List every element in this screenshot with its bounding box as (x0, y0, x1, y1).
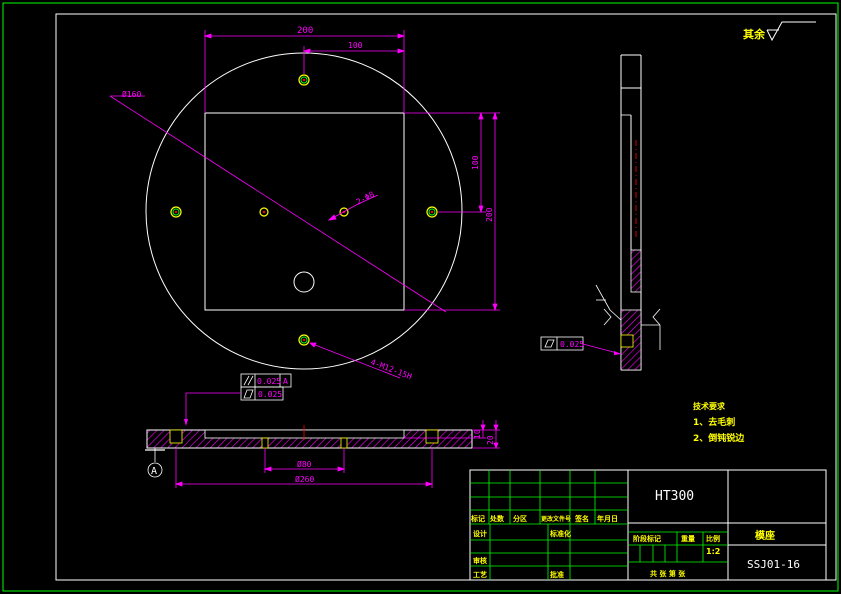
thread-hole-top (298, 74, 310, 86)
roughness-label: 其余 (743, 27, 766, 41)
dim-width-200-label: 200 (297, 26, 313, 36)
dim-height-200-label: 200 (485, 207, 494, 222)
pocket-cut (204, 429, 405, 439)
flatness-icon (544, 339, 555, 348)
thread-left-cut (169, 429, 183, 444)
holes-2-phi8-label: 2-Φ8 (355, 190, 376, 207)
roughness-symbol: 其余 (743, 21, 816, 42)
pin-right-cut (340, 437, 348, 449)
dim-thickness-10-label: 10 (473, 429, 482, 439)
parallelism-datum: A (283, 377, 288, 386)
top-view: 200 100 Ø160 100 200 2-Φ8 4-M12-15H (109, 26, 500, 381)
thread-hole-left (170, 206, 182, 218)
dim-thickness-20-label: 20 (486, 435, 495, 445)
dim-half-100-label: 100 (348, 41, 363, 50)
header-cell-4: 更改文件号 (541, 515, 571, 523)
dim-dia-160 (109, 95, 447, 313)
header-cell-3: 分区 (513, 514, 527, 523)
datum-label: A (151, 466, 157, 477)
label-weight: 重量 (681, 534, 695, 543)
dim-dia-80-label: Ø80 (297, 459, 312, 469)
label-stage-mark: 阶段标记 (633, 534, 661, 543)
label-process: 工艺 (473, 570, 487, 579)
notes-title: 技术要求 (693, 401, 726, 411)
front-section-view: A 0.025 A 0.025 Ø80 Ø260 10 20 (145, 373, 500, 488)
center-hole (293, 271, 315, 293)
drawing-number: SSJ01-16 (747, 558, 800, 571)
label-approve: 批准 (550, 570, 564, 579)
plate-outline-circle (145, 52, 463, 370)
notes-item-1: 1、去毛刺 (693, 416, 735, 428)
header-cell-5: 签名 (574, 514, 589, 523)
material-label: HT300 (655, 489, 694, 504)
notes-item-2: 2、倒钝锐边 (693, 432, 745, 444)
dim-half-100 (302, 46, 406, 74)
label-check: 审核 (473, 556, 487, 565)
thread-holes-label: 4-M12-15H (369, 357, 413, 381)
header-cell-6: 年月日 (597, 514, 618, 523)
side-hatch-upper (630, 249, 642, 293)
leader-thread (309, 342, 401, 379)
flatness-icon (243, 389, 254, 399)
label-standardize: 标准化 (549, 529, 571, 538)
thread-right-cut (425, 429, 439, 444)
label-design: 设计 (473, 529, 487, 538)
dim-dia-160-label: Ø160 (122, 89, 141, 99)
side-view: 0.025 (540, 54, 661, 371)
header-cell-2: 处数 (489, 514, 505, 523)
inner-frame (55, 13, 837, 581)
thread-hole-right (426, 206, 438, 218)
pin-left-cut (261, 437, 269, 449)
dim-dia-260-label: Ø260 (295, 474, 314, 484)
scale-value: 1:2 (706, 547, 720, 556)
part-name: 模座 (755, 529, 775, 542)
sheet-info: 共 张 第 张 (650, 569, 686, 578)
label-scale: 比例 (706, 534, 720, 543)
cad-drawing: 其余 200 100 Ø160 100 200 2-Φ8 4-M12-15H 0… (2, 2, 839, 592)
dim-height-100 (404, 111, 500, 214)
parallelism-icon (243, 375, 250, 386)
side-flatness-value: 0.025 (560, 340, 584, 349)
title-block: HT300 模座 SSJ01-16 1:2 标记 处数 分区 更改文件号 签名 … (469, 469, 827, 581)
technical-notes: 技术要求 1、去毛刺 2、倒钝锐边 (693, 401, 745, 444)
dim-height-100-label: 100 (471, 155, 480, 170)
pin-hole-left (259, 207, 269, 217)
square-pocket (204, 112, 405, 311)
main-flatness-value: 0.025 (258, 390, 282, 399)
parallelism-value: 0.025 (257, 377, 281, 386)
side-thread-hole (620, 334, 634, 348)
thread-hole-bottom (298, 334, 310, 346)
tolerance-leader (185, 392, 241, 420)
dim-width-200 (203, 30, 406, 113)
header-cell-1: 标记 (470, 514, 485, 523)
